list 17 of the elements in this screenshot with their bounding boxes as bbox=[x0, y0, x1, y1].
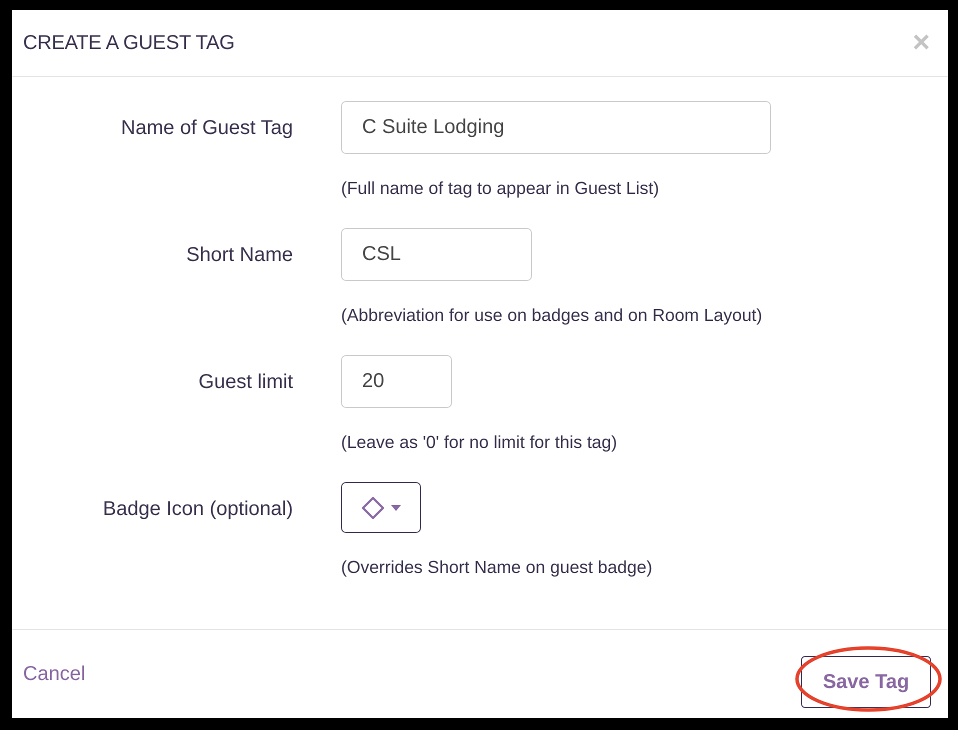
number-input[interactable]: 20 bbox=[341, 355, 452, 408]
field-label: Short Name bbox=[186, 242, 293, 268]
diamond-icon bbox=[361, 496, 385, 520]
field-label: Guest limit bbox=[198, 370, 293, 394]
field-label: Badge Icon (optional) bbox=[102, 496, 293, 522]
text-input[interactable]: C Suite Lodging bbox=[341, 101, 771, 154]
cancel-link[interactable]: Cancel bbox=[23, 659, 86, 689]
help-text: (Overrides Short Name on guest badge) bbox=[341, 556, 652, 578]
text-input[interactable]: CSL bbox=[341, 228, 532, 281]
icon-picker-button[interactable] bbox=[341, 482, 421, 533]
dialog-title: CREATE A GUEST TAG bbox=[23, 31, 235, 55]
save-tag-button[interactable]: Save Tag bbox=[801, 656, 931, 708]
help-text: (Abbreviation for use on badges and on Room Layout) bbox=[341, 304, 762, 326]
field-label: Name of Guest Tag bbox=[121, 116, 293, 140]
caret-icon bbox=[391, 504, 401, 510]
help-text: (Full name of tag to appear in Guest List) bbox=[341, 177, 660, 199]
help-text: (Leave as '0' for no limit for this tag) bbox=[341, 431, 618, 453]
